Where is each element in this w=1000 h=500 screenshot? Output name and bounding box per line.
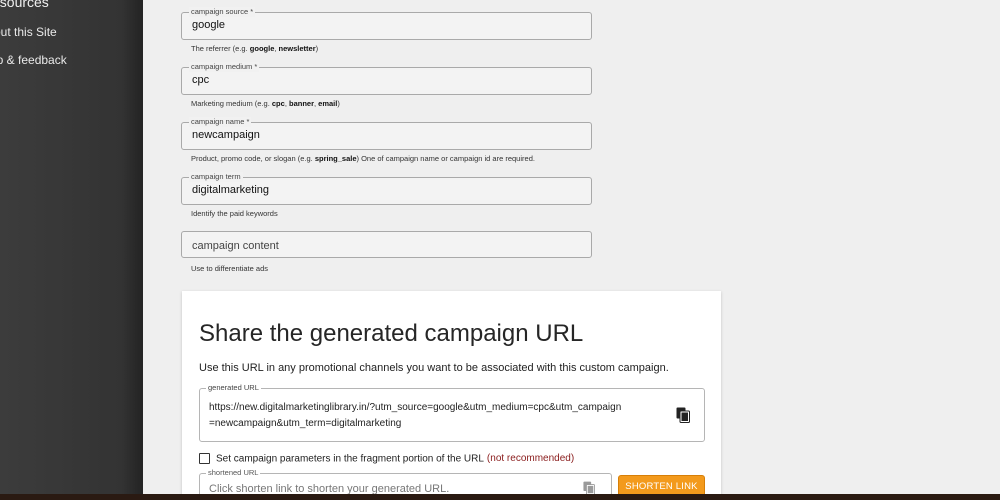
campaign-medium-hint: Marketing medium (e.g. cpc, banner, emai… — [191, 99, 340, 108]
copy-icon[interactable] — [676, 407, 690, 423]
campaign-name-label: campaign name * — [189, 117, 252, 127]
sidebar-heading-resources: esources — [0, 0, 49, 10]
campaign-term-hint: Identify the paid keywords — [191, 209, 278, 218]
sidebar-item-help-feedback[interactable]: lp & feedback — [0, 53, 67, 67]
campaign-name-hint: Product, promo code, or slogan (e.g. spr… — [191, 154, 535, 163]
campaign-name-value: newcampaign — [192, 129, 260, 141]
share-title: Share the generated campaign URL — [199, 320, 584, 347]
fragment-option-row[interactable]: Set campaign parameters in the fragment … — [199, 450, 575, 465]
copy-shortened-icon[interactable] — [583, 481, 595, 495]
campaign-content-field[interactable]: campaign content — [181, 231, 592, 258]
campaign-term-field[interactable]: campaign term digitalmarketing — [181, 172, 592, 205]
campaign-source-hint: The referrer (e.g. google, newsletter) — [191, 44, 319, 53]
campaign-content-hint: Use to differentiate ads — [191, 264, 268, 273]
campaign-medium-label: campaign medium * — [189, 62, 260, 72]
campaign-name-field[interactable]: campaign name * newcampaign — [181, 117, 592, 150]
campaign-term-label: campaign term — [189, 172, 243, 182]
campaign-medium-value: cpc — [192, 74, 210, 86]
campaign-source-value: google — [192, 19, 226, 31]
fragment-checkbox[interactable] — [199, 453, 210, 465]
sidebar-item-about[interactable]: out this Site — [0, 25, 57, 39]
share-description: Use this URL in any promotional channels… — [199, 362, 669, 374]
generated-url-line-1: https://new.digitalmarketinglibrary.in/?… — [209, 402, 622, 413]
generated-url-field[interactable]: generated URL https://new.digitalmarketi… — [199, 383, 705, 442]
campaign-source-field[interactable]: campaign source * google — [181, 7, 592, 40]
main-content: campaign source * google The referrer (e… — [143, 0, 1000, 500]
campaign-source-label: campaign source * — [189, 7, 256, 17]
campaign-term-value: digitalmarketing — [192, 184, 270, 196]
fragment-label: Set campaign parameters in the fragment … — [216, 453, 484, 465]
share-url-card: Share the generated campaign URL Use thi… — [182, 291, 721, 500]
sidebar: esources out this Site lp & feedback — [0, 0, 143, 500]
generated-url-line-2: =newcampaign&utm_term=digitalmarketing — [209, 418, 402, 429]
bottom-taskbar-edge — [0, 494, 1000, 500]
campaign-content-placeholder: campaign content — [192, 240, 279, 252]
shortened-url-label: shortened URL — [206, 468, 261, 478]
generated-url-label: generated URL — [206, 383, 261, 393]
not-recommended-note: (not recommended) — [486, 453, 575, 465]
campaign-medium-field[interactable]: campaign medium * cpc — [181, 62, 592, 95]
